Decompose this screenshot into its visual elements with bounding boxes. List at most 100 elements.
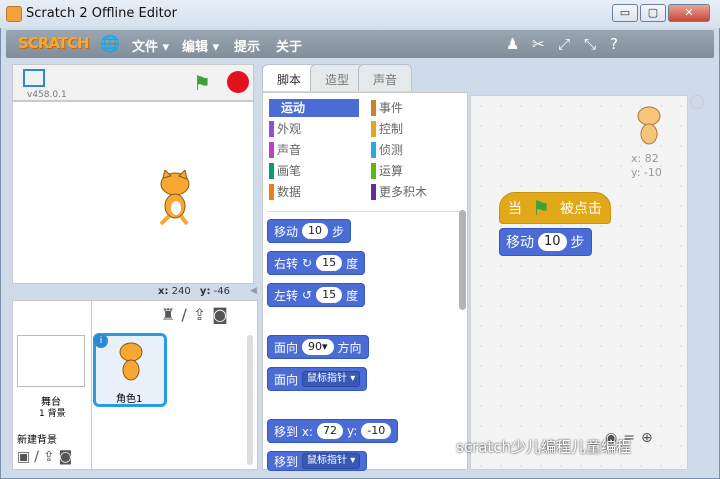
category-label: 侦测 <box>379 143 404 157</box>
grow-icon[interactable]: ⤢ <box>558 35 570 53</box>
app-icon <box>6 6 22 22</box>
new-backdrop-label: 新建背景 <box>17 435 57 446</box>
goto-block[interactable]: 移到 鼠标指针 ▾ <box>267 451 368 471</box>
palette-scrollbar[interactable] <box>459 210 466 310</box>
move-steps-input[interactable]: 10 <box>302 223 329 239</box>
goto-y-input[interactable]: -10 <box>361 423 392 439</box>
category-0-catLeft[interactable]: 运动 <box>269 99 359 117</box>
block-palette: 运动外观声音画笔数据 事件控制侦测运算更多积木 移动 10 步 右转 ↻ 15 … <box>262 92 468 471</box>
backdrop-tools[interactable]: ▣/⇪◙ <box>17 449 76 465</box>
close-button[interactable]: ✕ <box>668 4 710 22</box>
green-flag-icon: ⚑ <box>532 196 550 220</box>
tab-sounds[interactable]: 声音 <box>358 64 413 91</box>
menu-about[interactable]: 关于 <box>276 36 302 55</box>
rotate-left-icon: ↺ <box>302 288 313 302</box>
sprite-thumb[interactable]: i 角色1 <box>93 333 167 407</box>
category-1-catRight[interactable]: 控制 <box>371 120 461 138</box>
point-towards-block[interactable]: 面向 鼠标指针 ▾ <box>267 367 368 391</box>
category-color-bar <box>371 163 376 179</box>
category-label: 运算 <box>379 164 404 178</box>
turn-left-block[interactable]: 左转 ↺ 15 度 <box>267 283 366 307</box>
goto-x-input[interactable]: 72 <box>316 423 343 439</box>
towards-dropdown[interactable]: 鼠标指针 ▾ <box>302 371 361 387</box>
fullscreen-icon[interactable] <box>23 69 45 87</box>
tab-scripts[interactable]: 脚本 <box>262 64 317 91</box>
window-title: Scratch 2 Offline Editor <box>26 6 177 21</box>
when-flag-clicked-block[interactable]: 当 ⚑ 被点击 <box>499 192 611 224</box>
category-2-catLeft[interactable]: 声音 <box>269 141 359 159</box>
point-dir-label: 面向 <box>274 340 299 355</box>
scratch-logo[interactable]: SCRATCH <box>18 34 90 52</box>
category-label: 控制 <box>379 122 404 136</box>
turn-left-input[interactable]: 15 <box>316 287 343 303</box>
globe-icon[interactable]: 🌐 <box>100 34 120 53</box>
version-label: v458.0.1 <box>27 90 67 100</box>
turn-left-label: 左转 <box>274 288 299 303</box>
hat-label: 当 <box>508 201 522 217</box>
goto-dropdown[interactable]: 鼠标指针 ▾ <box>302 453 361 469</box>
script-area[interactable]: x: 82 y: -10 当 ⚑ 被点击 移动 10 步 ◉=⊕ <box>470 95 688 470</box>
category-color-bar <box>269 184 274 200</box>
script-move-label: 移动 <box>506 235 534 251</box>
info-icon[interactable]: i <box>94 334 108 348</box>
menu-file[interactable]: 文件 ▾ <box>132 36 169 55</box>
category-label: 数据 <box>277 185 302 199</box>
script-move-suffix: 步 <box>570 235 585 251</box>
maximize-button[interactable]: ▢ <box>640 4 666 22</box>
category-label: 声音 <box>277 143 302 157</box>
category-color-bar <box>371 121 376 137</box>
move-block[interactable]: 移动 10 步 <box>267 219 352 243</box>
stage-thumbnail[interactable] <box>17 335 85 387</box>
backdrop-count: 1 背景 <box>39 409 66 419</box>
degree-label: 度 <box>346 288 359 303</box>
menu-bar: SCRATCH 🌐 文件 ▾ 编辑 ▾ 提示 关于 ♟ ✂ ⤢ ⤡ ? <box>6 30 714 58</box>
category-3-catLeft[interactable]: 画笔 <box>269 162 359 180</box>
turn-right-input[interactable]: 15 <box>316 255 343 271</box>
degree-label: 度 <box>346 256 359 271</box>
sprite-y: y: -10 <box>631 166 662 179</box>
category-color-bar <box>269 142 274 158</box>
duplicate-icon[interactable]: ♟ <box>506 35 519 53</box>
goto-xy-label: 移到 x: <box>274 424 313 439</box>
point-direction-block[interactable]: 面向 90▾ 方向 <box>267 335 369 359</box>
new-sprite-tools[interactable]: ♜/⇪◙ <box>161 305 234 324</box>
x-label: x: <box>158 286 169 297</box>
help-icon[interactable]: ? <box>610 35 618 53</box>
category-color-bar <box>371 100 376 116</box>
category-color-bar <box>269 163 274 179</box>
direction-input[interactable]: 90▾ <box>302 339 334 355</box>
collapse-icon[interactable]: ◀ <box>250 286 258 298</box>
sprite-x: x: 82 <box>631 152 659 165</box>
category-color-bar <box>371 184 376 200</box>
category-4-catRight[interactable]: 更多积木 <box>371 183 461 201</box>
shrink-icon[interactable]: ⤡ <box>584 35 596 53</box>
turn-right-block[interactable]: 右转 ↻ 15 度 <box>267 251 366 275</box>
stop-icon[interactable] <box>227 71 249 93</box>
minimize-button[interactable]: ▭ <box>612 4 638 22</box>
stage-header: v458.0.1 ⚑ <box>12 64 254 101</box>
cat-sprite[interactable] <box>151 170 199 226</box>
category-label: 更多积木 <box>379 185 428 199</box>
category-2-catRight[interactable]: 侦测 <box>371 141 461 159</box>
script-move-input[interactable]: 10 <box>538 233 567 251</box>
category-0-catRight[interactable]: 事件 <box>371 99 461 117</box>
green-flag-icon[interactable]: ⚑ <box>193 71 211 95</box>
goto-xy-block[interactable]: 移到 x: 72 y: -10 <box>267 419 399 443</box>
x-value: 240 <box>171 286 191 297</box>
menu-edit[interactable]: 编辑 ▾ <box>182 36 219 55</box>
rotate-right-icon: ↻ <box>302 256 313 270</box>
category-3-catRight[interactable]: 运算 <box>371 162 461 180</box>
category-1-catLeft[interactable]: 外观 <box>269 120 359 138</box>
goto-y-label: y: <box>346 424 358 438</box>
tab-costumes[interactable]: 造型 <box>310 64 365 91</box>
script-move-block[interactable]: 移动 10 步 <box>499 228 592 256</box>
category-label: 事件 <box>379 101 404 115</box>
scroll-corner-icon[interactable] <box>690 95 704 109</box>
cut-icon[interactable]: ✂ <box>532 35 545 53</box>
menu-tips[interactable]: 提示 <box>234 36 260 55</box>
category-label: 外观 <box>277 122 302 136</box>
stage-canvas[interactable] <box>12 101 254 284</box>
category-4-catLeft[interactable]: 数据 <box>269 183 359 201</box>
cat-thumb-icon <box>119 342 143 381</box>
sprite-scrollbar[interactable] <box>247 335 253 465</box>
